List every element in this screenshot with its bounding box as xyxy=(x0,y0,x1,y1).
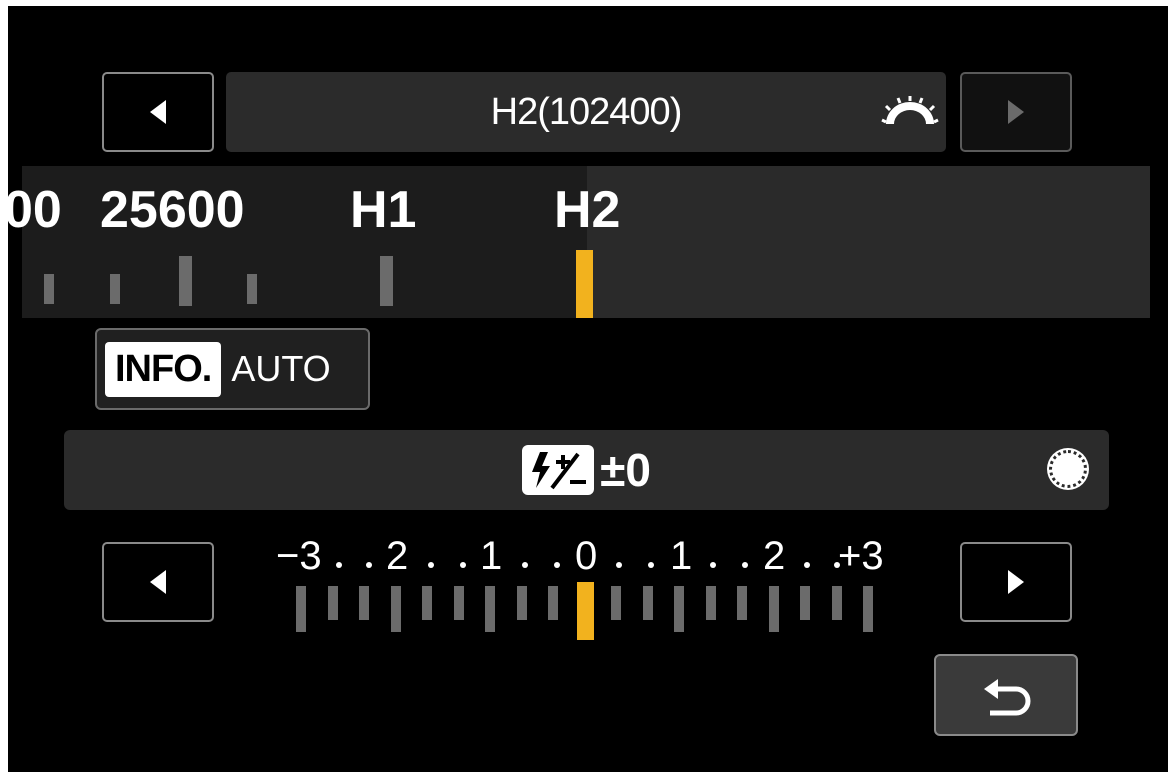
info-auto-button[interactable]: INFO. AUTO xyxy=(95,328,370,410)
iso-tick xyxy=(247,274,257,304)
exp-scale-dot xyxy=(554,562,560,568)
flash-comp-value: ±0 xyxy=(600,444,651,496)
exp-tick xyxy=(327,586,338,620)
iso-tick xyxy=(179,256,192,306)
exp-tick xyxy=(516,586,527,620)
exp-scale-dot xyxy=(804,562,810,568)
exp-scale-dot xyxy=(648,562,654,568)
exp-scale-dot xyxy=(336,562,342,568)
exp-tick xyxy=(359,586,369,620)
iso-tick xyxy=(110,274,120,304)
exp-tick xyxy=(674,586,684,632)
exp-scale-label: +3 xyxy=(838,534,884,578)
iso-tick xyxy=(380,256,393,306)
exp-tick xyxy=(611,586,621,620)
exp-tick xyxy=(737,586,747,620)
exp-tick xyxy=(422,586,432,620)
exp-scale-label: 1 xyxy=(670,534,693,578)
exp-scale-label: 2 xyxy=(386,534,409,578)
right-arrow-icon xyxy=(1008,100,1024,124)
exp-tick xyxy=(705,586,716,620)
exp-selected-indicator xyxy=(576,582,594,640)
info-key-label: INFO. xyxy=(105,341,222,397)
flash-comp-panel: ±0 xyxy=(64,430,1109,510)
exp-tick xyxy=(296,586,306,632)
right-arrow-icon xyxy=(1008,570,1024,594)
iso-scale-label: 25600 xyxy=(100,181,245,239)
iso-scale-label-selected: H2 xyxy=(554,181,621,239)
iso-value-panel: H2(102400) xyxy=(226,72,946,152)
exp-scale-dot xyxy=(522,562,528,568)
exp-tick xyxy=(768,586,779,632)
exp-tick xyxy=(485,586,495,632)
iso-prev-button[interactable] xyxy=(102,72,214,152)
iso-scale-extended-range xyxy=(587,166,1150,318)
camera-screen: H2(102400) 00 25600 H1 H2 INFO. AUTO ±0 … xyxy=(8,6,1168,772)
exp-scale-dot xyxy=(366,562,372,568)
exp-tick xyxy=(548,586,558,620)
flash-comp-increase-button[interactable] xyxy=(960,542,1072,622)
left-arrow-icon xyxy=(150,570,166,594)
exp-tick xyxy=(863,586,873,632)
exp-tick xyxy=(390,586,401,632)
exp-tick xyxy=(800,586,810,620)
exp-scale-label: −3 xyxy=(276,534,322,578)
exp-tick xyxy=(831,586,842,620)
return-icon xyxy=(984,679,1031,716)
exp-scale-dot xyxy=(616,562,622,568)
flash-comp-decrease-button[interactable] xyxy=(102,542,214,622)
exp-scale-dot xyxy=(742,562,748,568)
main-dial-icon xyxy=(881,96,939,124)
exp-scale-label-selected: 0 xyxy=(575,534,598,578)
iso-scale-label: H1 xyxy=(350,181,417,239)
exp-scale-label: 2 xyxy=(763,534,786,578)
left-arrow-icon xyxy=(150,100,166,124)
exp-tick xyxy=(453,586,464,620)
exp-scale-dot xyxy=(460,562,466,568)
quick-control-dial-icon xyxy=(1049,450,1087,488)
flash-exposure-compensation-icon xyxy=(522,445,595,495)
exp-scale-dot xyxy=(428,562,434,568)
iso-next-button[interactable] xyxy=(960,72,1072,152)
iso-tick xyxy=(44,274,54,304)
back-button[interactable] xyxy=(934,654,1078,736)
exp-scale-dot xyxy=(834,562,840,568)
iso-scale[interactable]: 00 25600 H1 H2 xyxy=(8,166,1150,318)
exp-scale-label: 1 xyxy=(480,534,503,578)
auto-label: AUTO xyxy=(231,348,331,389)
exp-tick xyxy=(642,586,653,620)
iso-selected-indicator xyxy=(576,250,593,318)
iso-current-value: H2(102400) xyxy=(490,90,683,133)
iso-scale-label: 00 xyxy=(8,181,62,239)
exp-scale-dot xyxy=(710,562,716,568)
